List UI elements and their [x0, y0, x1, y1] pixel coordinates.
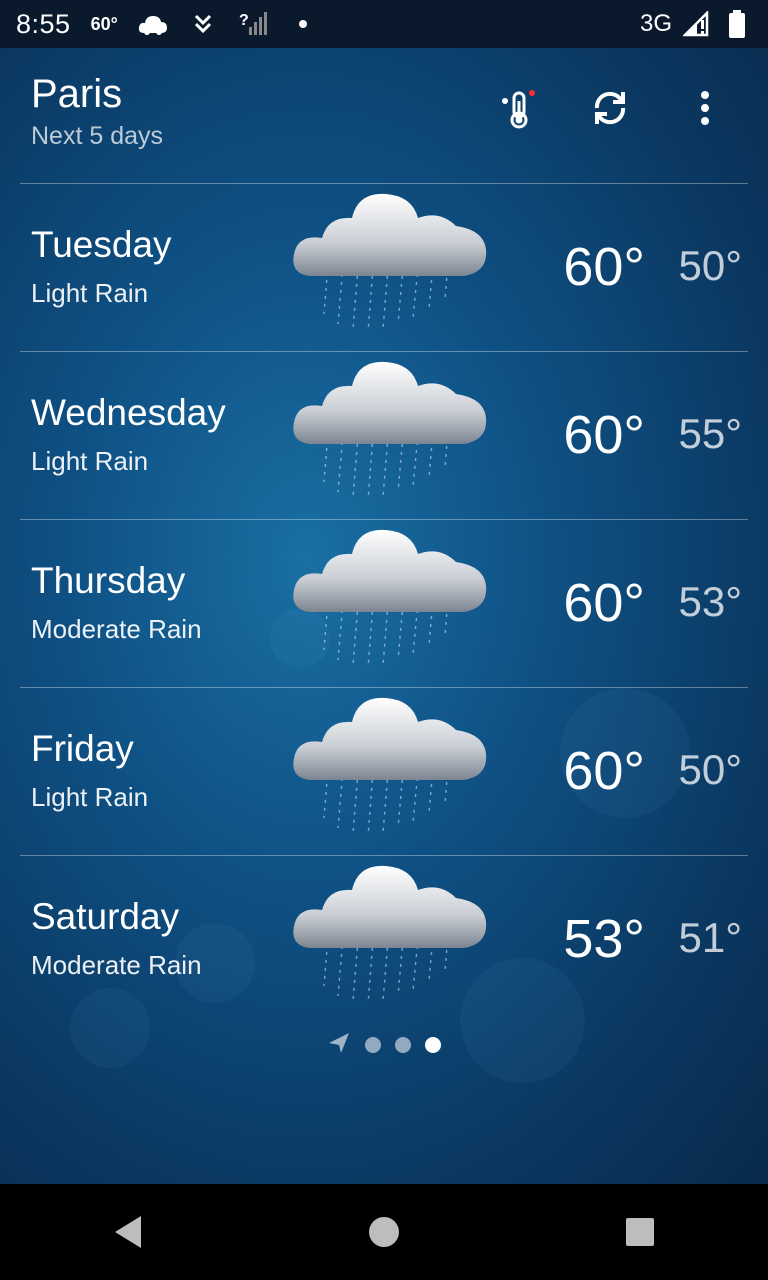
thermometer-icon[interactable] [494, 84, 542, 132]
page-dot[interactable] [395, 1037, 411, 1053]
weather-condition: Moderate Rain [31, 614, 202, 644]
low-temperature: 50° [678, 746, 742, 793]
weather-condition: Moderate Rain [31, 950, 202, 980]
day-name: Thursday [31, 560, 186, 601]
city-name: Paris [31, 72, 123, 116]
forecast-row[interactable]: Wednesday Light Rain 60° 55° [20, 351, 748, 519]
day-name: Friday [31, 728, 134, 769]
refresh-icon[interactable] [586, 84, 634, 132]
rain-cloud-icon [288, 520, 492, 670]
rain-cloud-icon [288, 184, 492, 334]
app-screen: Paris Next 5 days Tuesday Light Rain 60°… [0, 48, 768, 1184]
low-temperature: 55° [678, 410, 742, 457]
forecast-row[interactable]: Friday Light Rain 60° 50° [20, 687, 748, 855]
page-dot[interactable] [365, 1037, 381, 1053]
battery-icon [722, 9, 752, 39]
status-time: 8:55 [16, 8, 71, 39]
weather-condition: Light Rain [31, 782, 149, 812]
rain-cloud-icon [288, 688, 492, 838]
recents-icon[interactable] [600, 1192, 680, 1272]
back-icon[interactable] [88, 1192, 168, 1272]
rain-cloud-icon [288, 856, 492, 1006]
high-temperature: 53° [563, 909, 645, 969]
forecast-subtitle: Next 5 days [31, 122, 164, 150]
page-indicator[interactable] [0, 1030, 768, 1060]
weather-condition: Light Rain [31, 446, 149, 476]
network-type: 3G [639, 10, 672, 37]
day-name: Tuesday [31, 224, 172, 265]
navigation-bar [0, 1184, 768, 1280]
signal-unknown-icon: ? [238, 9, 268, 39]
forecast-row[interactable]: Tuesday Light Rain 60° 50° [20, 183, 748, 351]
high-temperature: 60° [563, 405, 645, 465]
page-dot-active[interactable] [425, 1037, 441, 1053]
low-temperature: 53° [678, 578, 742, 625]
forecast-row[interactable]: Thursday Moderate Rain 60° 53° [20, 519, 748, 687]
forecast-list: Tuesday Light Rain 60° 50° Wednesday Lig… [20, 183, 748, 1023]
alert-dot [529, 90, 535, 96]
day-name: Saturday [31, 896, 180, 937]
high-temperature: 60° [563, 741, 645, 801]
weather-cloud-icon [138, 9, 168, 39]
mobile-signal-icon [682, 9, 712, 39]
location-arrow-icon[interactable] [327, 1031, 351, 1060]
low-temperature: 51° [678, 914, 742, 961]
home-icon[interactable] [344, 1192, 424, 1272]
weather-condition: Light Rain [31, 278, 149, 308]
notification-dot-icon [288, 9, 318, 39]
header: Paris Next 5 days [0, 48, 768, 183]
day-name: Wednesday [31, 392, 226, 433]
rain-cloud-icon [288, 352, 492, 502]
status-temperature: 60° [90, 13, 118, 34]
forecast-row[interactable]: Saturday Moderate Rain 53° 51° [20, 855, 748, 1023]
download-icon [188, 9, 218, 39]
high-temperature: 60° [563, 237, 645, 297]
svg-text:?: ? [239, 12, 249, 29]
status-bar: 8:55 60° ? 3G [0, 0, 768, 48]
high-temperature: 60° [563, 573, 645, 633]
low-temperature: 50° [678, 242, 742, 289]
more-options-icon[interactable] [681, 84, 729, 132]
